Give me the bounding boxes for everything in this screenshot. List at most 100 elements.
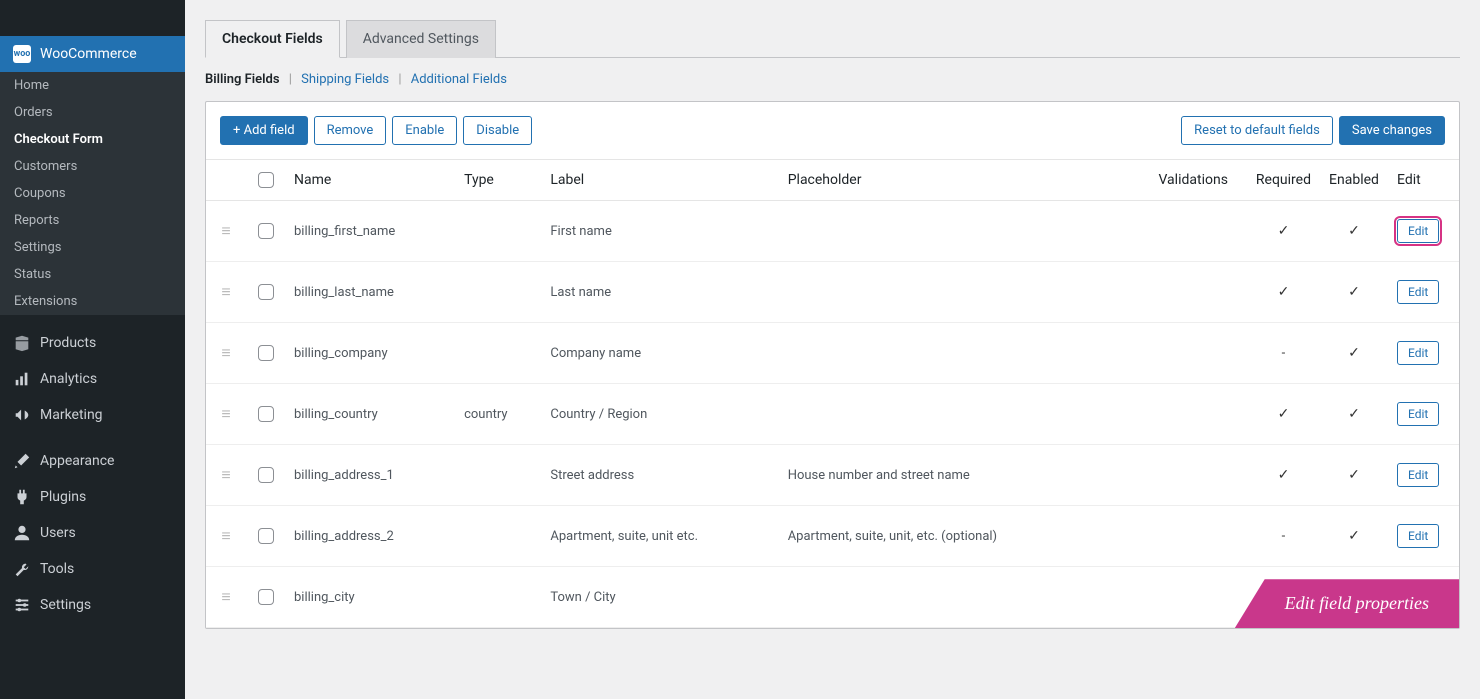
sidebar-item-analytics[interactable]: Analytics — [0, 361, 185, 397]
sidebar-sub-item[interactable]: Checkout Form — [0, 126, 185, 153]
sidebar-item-products[interactable]: Products — [0, 325, 185, 361]
col-enabled: Enabled — [1319, 160, 1389, 201]
cell-validations — [1107, 262, 1248, 323]
cell-placeholder — [780, 262, 1107, 323]
row-checkbox[interactable] — [258, 528, 274, 544]
add-field-button[interactable]: + Add field — [220, 116, 308, 145]
row-checkbox[interactable] — [258, 589, 274, 605]
cell-label: Street address — [542, 445, 779, 506]
edit-button[interactable]: Edit — [1397, 341, 1439, 365]
sidebar-sub-item[interactable]: Coupons — [0, 180, 185, 207]
cell-required: ✓ — [1248, 445, 1319, 506]
cell-required: - — [1248, 323, 1319, 384]
enable-button[interactable]: Enable — [392, 116, 457, 145]
wrench-icon — [12, 559, 32, 579]
brush-icon — [12, 451, 32, 471]
edit-button[interactable]: Edit — [1397, 219, 1439, 243]
drag-handle-icon[interactable]: ≡ — [221, 465, 230, 484]
sidebar-item-users[interactable]: Users — [0, 515, 185, 551]
save-changes-button[interactable]: Save changes — [1339, 116, 1445, 145]
cell-placeholder: Apartment, suite, unit, etc. (optional) — [780, 506, 1107, 567]
cell-type — [456, 262, 542, 323]
table-row: ≡ billing_address_1 Street addressHouse nu… — [206, 445, 1459, 506]
row-checkbox[interactable] — [258, 284, 274, 300]
cell-name: billing_country — [286, 384, 456, 445]
cell-required: ✓ — [1248, 262, 1319, 323]
cell-validations — [1107, 384, 1248, 445]
reset-defaults-button[interactable]: Reset to default fields — [1181, 116, 1333, 145]
edit-button[interactable]: Edit — [1397, 280, 1439, 304]
cell-validations — [1107, 445, 1248, 506]
cell-type — [456, 445, 542, 506]
cell-name: billing_address_2 — [286, 506, 456, 567]
sidebar-item-marketing[interactable]: Marketing — [0, 397, 185, 433]
cell-placeholder — [780, 567, 1107, 628]
box-icon — [12, 333, 32, 353]
cell-validations — [1107, 323, 1248, 384]
drag-handle-icon[interactable]: ≡ — [221, 282, 230, 301]
subtab-billing-fields[interactable]: Billing Fields — [205, 72, 280, 87]
cell-validations — [1107, 567, 1248, 628]
cell-type — [456, 323, 542, 384]
drag-handle-icon[interactable]: ≡ — [221, 343, 230, 362]
cell-name: billing_company — [286, 323, 456, 384]
fields-table: Name Type Label Placeholder Validations … — [206, 159, 1459, 628]
edit-button[interactable]: Edit — [1397, 524, 1439, 548]
drag-handle-icon[interactable]: ≡ — [221, 587, 230, 606]
subtab-additional-fields[interactable]: Additional Fields — [411, 72, 507, 87]
main-content: Checkout FieldsAdvanced Settings Billing… — [185, 0, 1480, 699]
edit-button[interactable]: Edit — [1397, 463, 1439, 487]
cell-label: Company name — [542, 323, 779, 384]
col-name: Name — [286, 160, 456, 201]
cell-required: - — [1248, 506, 1319, 567]
admin-sidebar: woo WooCommerce HomeOrdersCheckout FormC… — [0, 0, 185, 699]
table-row: ≡billing_first_nameFirst name✓✓Edit — [206, 201, 1459, 262]
row-checkbox[interactable] — [258, 223, 274, 239]
sidebar-woocommerce[interactable]: woo WooCommerce — [0, 36, 185, 72]
remove-button[interactable]: Remove — [314, 116, 387, 145]
sidebar-sub-item[interactable]: Orders — [0, 99, 185, 126]
disable-button[interactable]: Disable — [463, 116, 532, 145]
drag-handle-icon[interactable]: ≡ — [221, 404, 230, 423]
cell-label: Country / Region — [542, 384, 779, 445]
row-checkbox[interactable] — [258, 467, 274, 483]
cell-name: billing_last_name — [286, 262, 456, 323]
sidebar-item-appearance[interactable]: Appearance — [0, 443, 185, 479]
subtab-shipping-fields[interactable]: Shipping Fields — [301, 72, 389, 87]
drag-handle-icon[interactable]: ≡ — [221, 526, 230, 545]
cell-validations — [1107, 201, 1248, 262]
cell-placeholder — [780, 201, 1107, 262]
select-all-checkbox[interactable] — [258, 172, 274, 188]
cell-label: Apartment, suite, unit etc. — [542, 506, 779, 567]
sidebar-sub-item[interactable]: Reports — [0, 207, 185, 234]
settings-tabs: Checkout FieldsAdvanced Settings — [205, 20, 1460, 58]
row-checkbox[interactable] — [258, 345, 274, 361]
col-type: Type — [456, 160, 542, 201]
tab-advanced-settings[interactable]: Advanced Settings — [346, 20, 496, 58]
user-icon — [12, 523, 32, 543]
row-checkbox[interactable] — [258, 406, 274, 422]
tab-checkout-fields[interactable]: Checkout Fields — [205, 20, 340, 58]
plug-icon — [12, 487, 32, 507]
sidebar-sub-item[interactable]: Home — [0, 72, 185, 99]
col-placeholder: Placeholder — [780, 160, 1107, 201]
edit-button[interactable]: Edit — [1397, 402, 1439, 426]
woocommerce-icon: woo — [12, 44, 32, 64]
cell-name: billing_address_1 — [286, 445, 456, 506]
sidebar-item-tools[interactable]: Tools — [0, 551, 185, 587]
sidebar-sub-item[interactable]: Settings — [0, 234, 185, 261]
drag-handle-icon[interactable]: ≡ — [221, 221, 230, 240]
cell-enabled: ✓ — [1319, 445, 1389, 506]
sidebar-sub-item[interactable]: Extensions — [0, 288, 185, 315]
sidebar-item-settings[interactable]: Settings — [0, 587, 185, 623]
cell-label: First name — [542, 201, 779, 262]
cell-enabled: ✓ — [1319, 323, 1389, 384]
cell-placeholder: House number and street name — [780, 445, 1107, 506]
sidebar-sub-item[interactable]: Customers — [0, 153, 185, 180]
sidebar-sub-item[interactable]: Status — [0, 261, 185, 288]
fields-panel: + Add field Remove Enable Disable Reset … — [205, 101, 1460, 629]
col-validations: Validations — [1107, 160, 1248, 201]
toolbar: + Add field Remove Enable Disable Reset … — [206, 102, 1459, 159]
sidebar-item-plugins[interactable]: Plugins — [0, 479, 185, 515]
cell-enabled: ✓ — [1319, 201, 1389, 262]
